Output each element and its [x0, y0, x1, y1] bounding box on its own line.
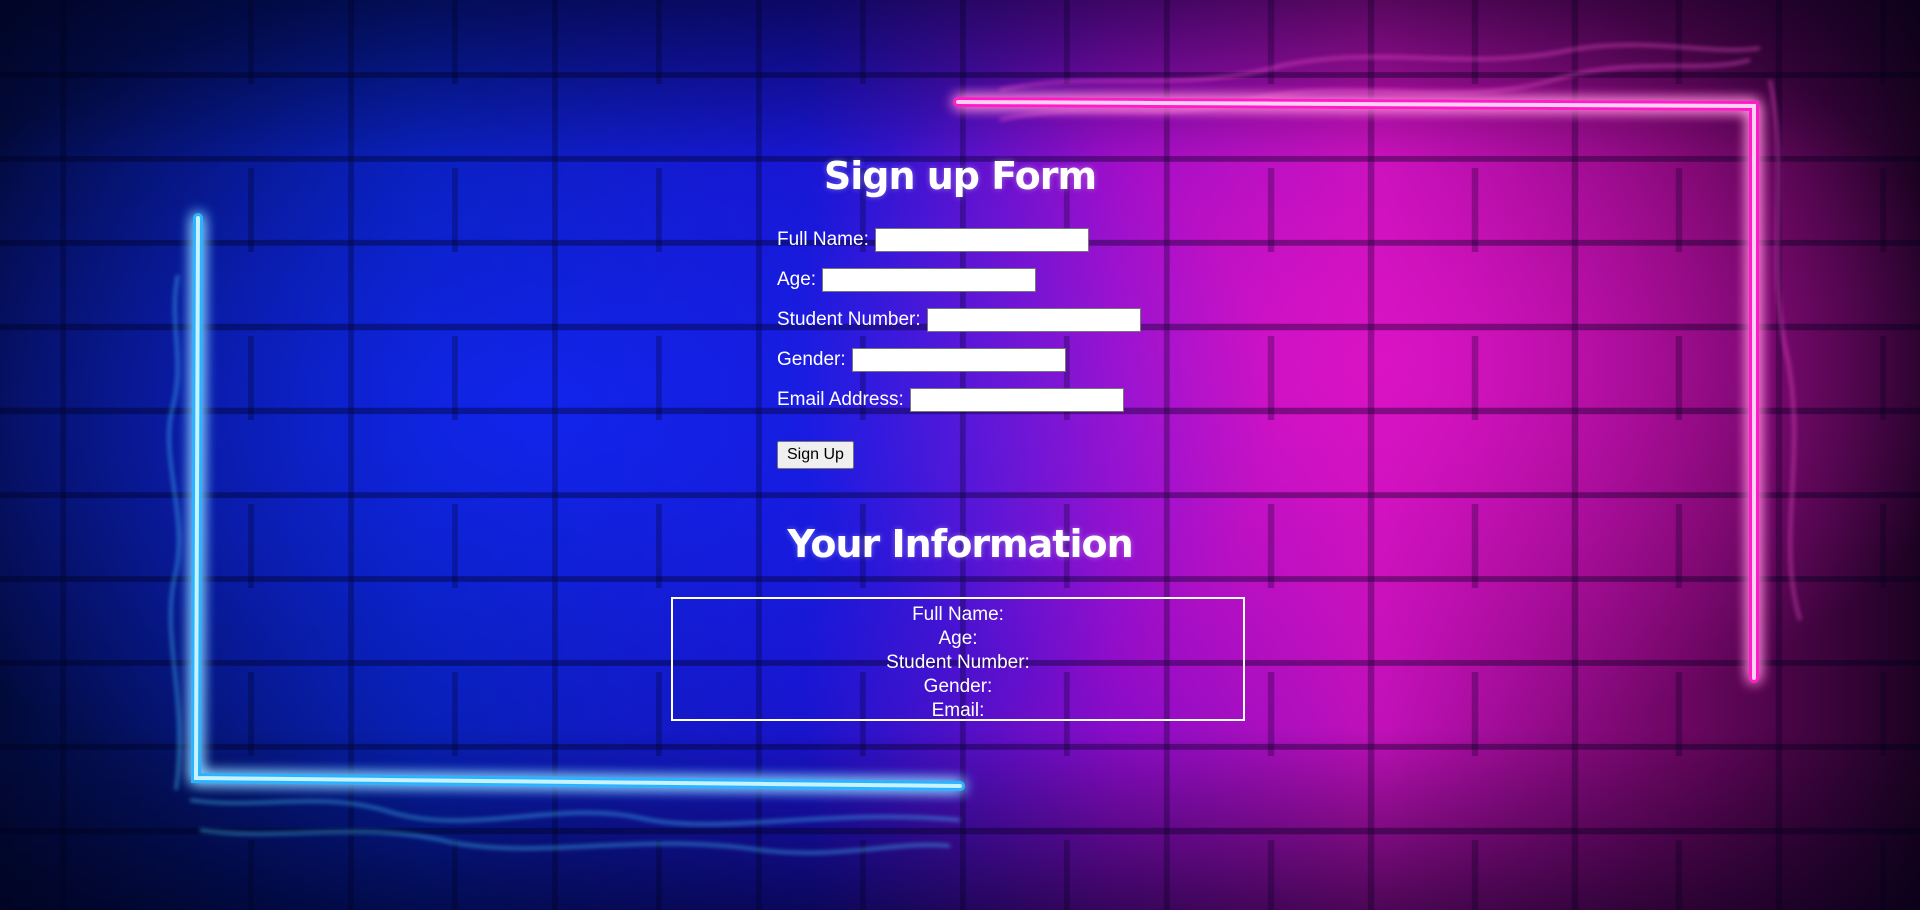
student-number-input[interactable]	[926, 308, 1141, 332]
sign-up-button[interactable]: Sign Up	[777, 441, 854, 469]
your-information-title: Your Information	[787, 522, 1133, 566]
info-age: Age:	[938, 628, 978, 649]
field-row-student-number: Student Number:	[777, 306, 1141, 334]
signup-form: Full Name: Age: Student Number: Gender: …	[777, 226, 1141, 469]
field-row-age: Age:	[777, 266, 1141, 294]
full-name-label: Full Name:	[777, 229, 869, 250]
information-display-box: Full Name: Age: Student Number: Gender: …	[671, 597, 1245, 721]
email-label: Email Address:	[777, 389, 904, 410]
full-name-input[interactable]	[874, 228, 1089, 252]
info-email: Email:	[931, 700, 985, 721]
info-gender: Gender:	[923, 676, 993, 697]
gender-input[interactable]	[851, 348, 1066, 372]
gender-label: Gender:	[777, 349, 846, 370]
student-number-label: Student Number:	[777, 309, 921, 330]
field-row-email: Email Address:	[777, 386, 1141, 414]
signup-form-title: Sign up Form	[823, 154, 1097, 198]
age-input[interactable]	[822, 268, 1037, 292]
age-label: Age:	[777, 269, 817, 290]
page-content: Sign up Form Full Name: Age: Student Num…	[0, 0, 1920, 910]
email-input[interactable]	[909, 388, 1124, 412]
info-student-number: Student Number:	[886, 652, 1030, 673]
field-row-full-name: Full Name:	[777, 226, 1141, 254]
info-full-name: Full Name:	[912, 604, 1004, 625]
field-row-gender: Gender:	[777, 346, 1141, 374]
